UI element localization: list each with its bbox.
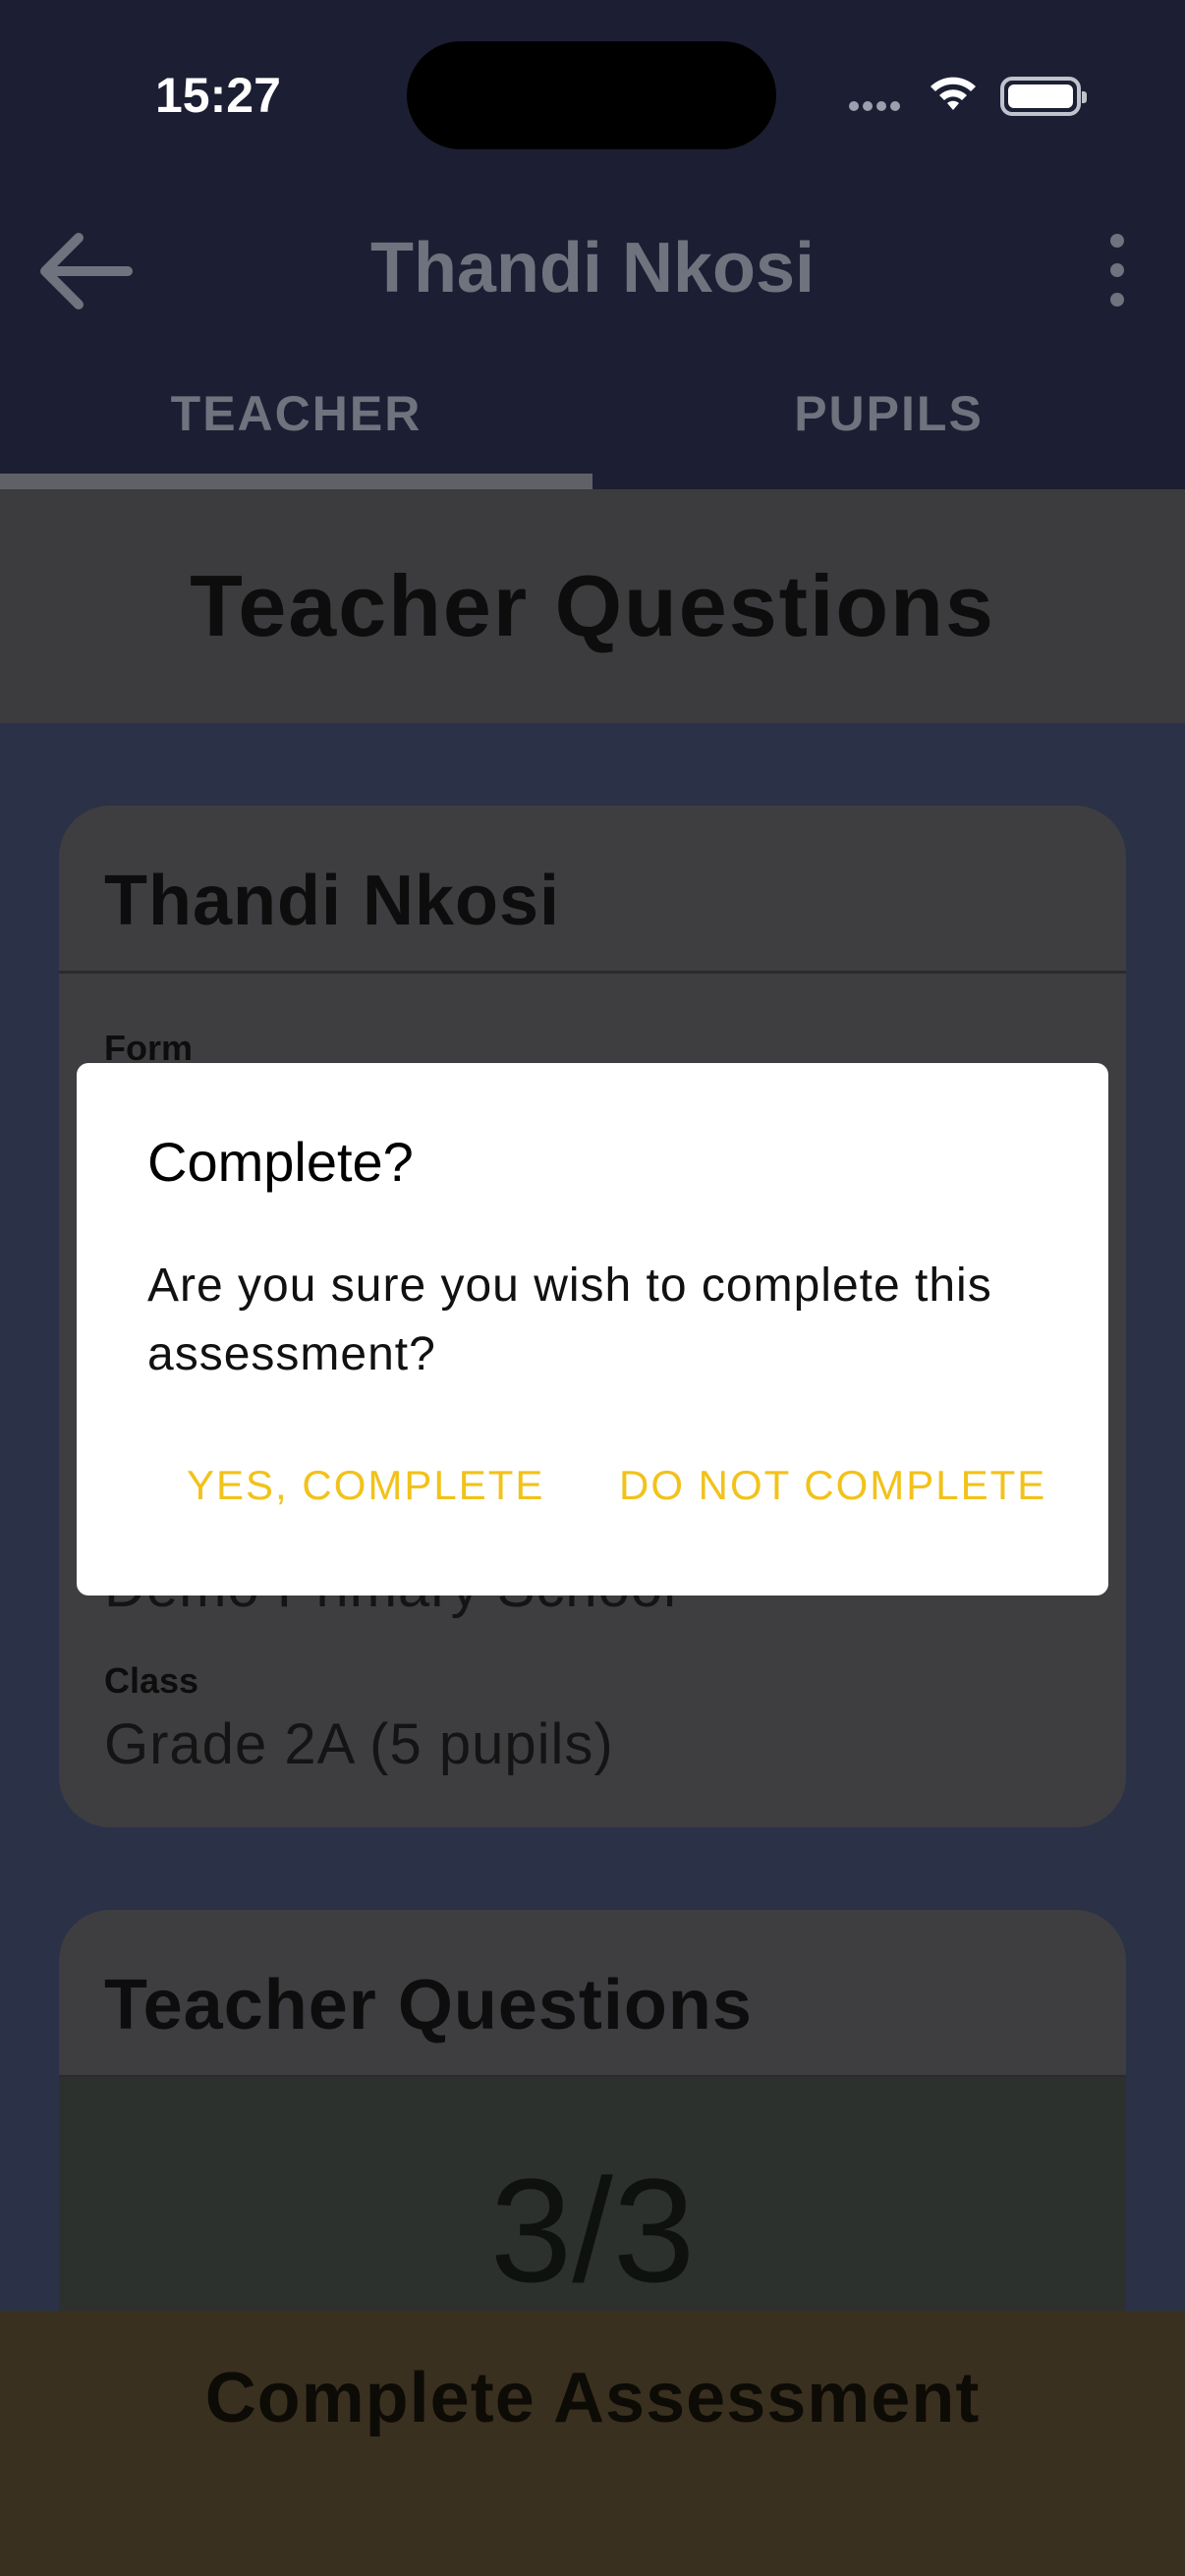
tab-bar: TEACHER PUPILS: [0, 354, 1185, 489]
yes-complete-button[interactable]: YES, COMPLETE: [187, 1446, 544, 1525]
status-bar: 15:27: [0, 0, 1185, 177]
app-bar-title: Thandi Nkosi: [369, 229, 816, 308]
more-options-icon[interactable]: [1081, 232, 1150, 310]
questions-progress: 3/3: [489, 2148, 696, 2313]
tab-pupils[interactable]: PUPILS: [592, 354, 1185, 489]
status-time: 15:27: [155, 68, 281, 123]
class-value: Grade 2A (5 pupils): [104, 1712, 614, 1776]
app-bar: Thandi Nkosi: [0, 177, 1185, 354]
section-header: Teacher Questions: [0, 489, 1185, 723]
wifi-icon: [931, 77, 976, 110]
questions-card-title: Teacher Questions: [104, 1966, 753, 2044]
do-not-complete-button[interactable]: DO NOT COMPLETE: [619, 1446, 1046, 1525]
battery-icon: [1000, 77, 1087, 116]
tab-indicator: [0, 474, 592, 489]
tab-teacher[interactable]: TEACHER: [0, 354, 592, 489]
teacher-name: Thandi Nkosi: [104, 862, 561, 940]
dynamic-island: [407, 41, 776, 149]
dialog-title: Complete?: [147, 1131, 414, 1193]
dialog-message: Are you sure you wish to complete this a…: [147, 1260, 992, 1380]
card-divider: [59, 971, 1126, 974]
class-label: Class: [104, 1660, 199, 1701]
complete-assessment-label: Complete Assessment: [204, 2359, 981, 2437]
cellular-signal-icon: [849, 98, 908, 112]
section-title: Teacher Questions: [190, 557, 995, 654]
complete-dialog: Complete? Are you sure you wish to compl…: [77, 1063, 1108, 1596]
complete-assessment-button[interactable]: Complete Assessment: [0, 2311, 1185, 2576]
